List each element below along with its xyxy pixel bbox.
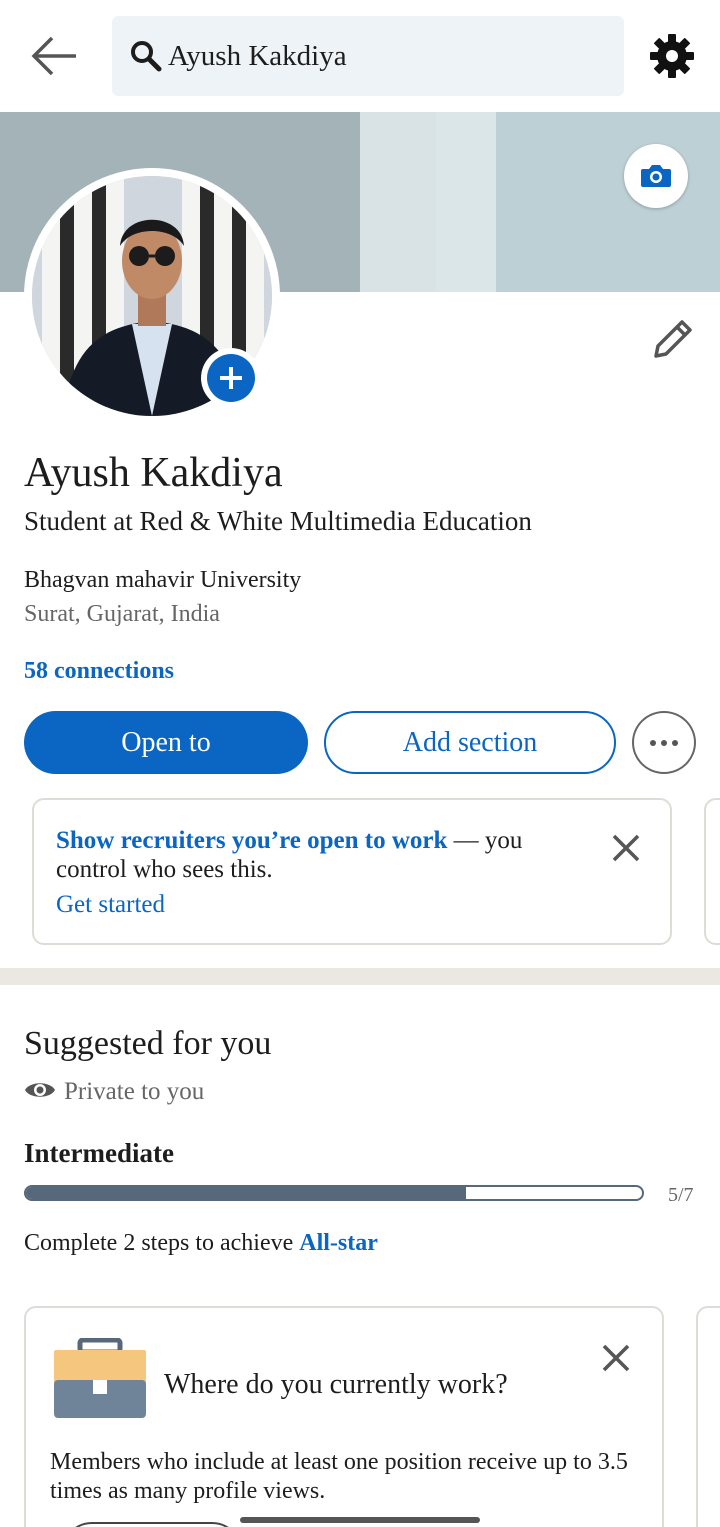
progress-count: 5/7 — [668, 1184, 694, 1206]
work-suggestion-card: Where do you currently work? Members who… — [24, 1306, 664, 1527]
open-to-work-card: Show recruiters you’re open to work — yo… — [32, 798, 672, 945]
suggested-title: Suggested for you — [24, 1025, 272, 1062]
complete-prefix: Complete 2 steps to achieve — [24, 1230, 300, 1256]
profile-progress-fill — [26, 1187, 466, 1199]
complete-steps-text: Complete 2 steps to achieve All-star — [24, 1228, 378, 1258]
gear-icon[interactable] — [648, 32, 696, 80]
profile-progress-bar — [24, 1185, 644, 1201]
top-bar: Ayush Kakdiya — [0, 0, 720, 112]
next-card-peek[interactable] — [704, 798, 720, 945]
profile-name: Ayush Kakdiya — [24, 450, 283, 496]
open-to-work-text: Show recruiters you’re open to work — yo… — [56, 826, 596, 884]
profile-level: Intermediate — [24, 1138, 174, 1168]
add-photo-button[interactable] — [201, 348, 261, 408]
section-divider — [0, 968, 720, 985]
add-section-button[interactable]: Add section — [324, 711, 616, 774]
home-indicator[interactable] — [240, 1517, 480, 1523]
camera-icon[interactable] — [624, 144, 688, 208]
plus-icon — [207, 354, 255, 402]
all-star-link[interactable]: All-star — [299, 1230, 378, 1256]
private-label: Private to you — [64, 1078, 205, 1105]
work-description: Members who include at least one positio… — [50, 1449, 628, 1504]
more-icon[interactable] — [632, 711, 696, 774]
eye-icon — [24, 1079, 56, 1106]
search-input[interactable]: Ayush Kakdiya — [112, 16, 624, 96]
search-query: Ayush Kakdiya — [168, 40, 347, 72]
next-suggestion-peek[interactable] — [696, 1306, 720, 1527]
briefcase-icon — [50, 1337, 150, 1422]
open-to-work-link[interactable]: Show recruiters you’re open to work — [56, 827, 447, 854]
private-row: Private to you — [24, 1077, 204, 1107]
work-question: Where do you currently work? — [164, 1369, 508, 1400]
close-icon[interactable] — [608, 830, 644, 866]
get-started-link[interactable]: Get started — [56, 890, 165, 920]
close-icon[interactable] — [598, 1340, 634, 1376]
profile-location: Surat, Gujarat, India — [24, 601, 220, 627]
connections-link[interactable]: 58 connections — [24, 656, 174, 686]
open-to-button[interactable]: Open to — [24, 711, 308, 774]
add-position-button[interactable] — [62, 1522, 242, 1527]
profile-university: Bhagvan mahavir University — [24, 567, 302, 593]
back-arrow-icon[interactable] — [28, 32, 82, 80]
profile-headline: Student at Red & White Multimedia Educat… — [24, 506, 532, 536]
search-icon — [128, 38, 164, 74]
pencil-icon[interactable] — [648, 316, 696, 364]
